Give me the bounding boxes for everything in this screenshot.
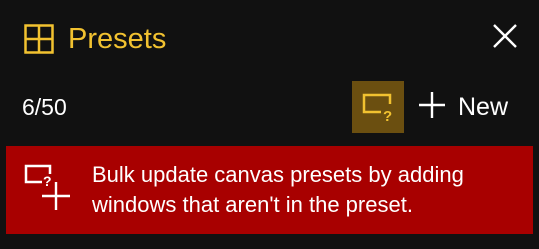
- grid-layout-icon: [24, 24, 54, 54]
- close-button[interactable]: [487, 20, 523, 56]
- banner-message: Bulk update canvas presets by adding win…: [92, 162, 464, 217]
- svg-text:?: ?: [383, 108, 392, 122]
- plus-icon: [418, 91, 446, 124]
- info-banner[interactable]: ? Bulk update canvas presets by adding w…: [6, 146, 533, 234]
- svg-text:?: ?: [43, 173, 52, 189]
- help-button[interactable]: ?: [352, 81, 404, 133]
- panel-title: Presets: [68, 23, 167, 55]
- preset-count: 6/50: [22, 94, 67, 120]
- new-button-label: New: [458, 93, 509, 121]
- window-add-icon: ?: [22, 160, 74, 214]
- close-icon: [491, 22, 519, 55]
- presets-toolbar: 6/50 ? New: [0, 78, 539, 138]
- panel-header: Presets: [0, 0, 539, 78]
- presets-panel: Presets 6/50 ? New ? Bulk update canvas …: [0, 0, 539, 249]
- new-preset-button[interactable]: New: [418, 86, 508, 128]
- window-question-icon: ?: [361, 88, 395, 127]
